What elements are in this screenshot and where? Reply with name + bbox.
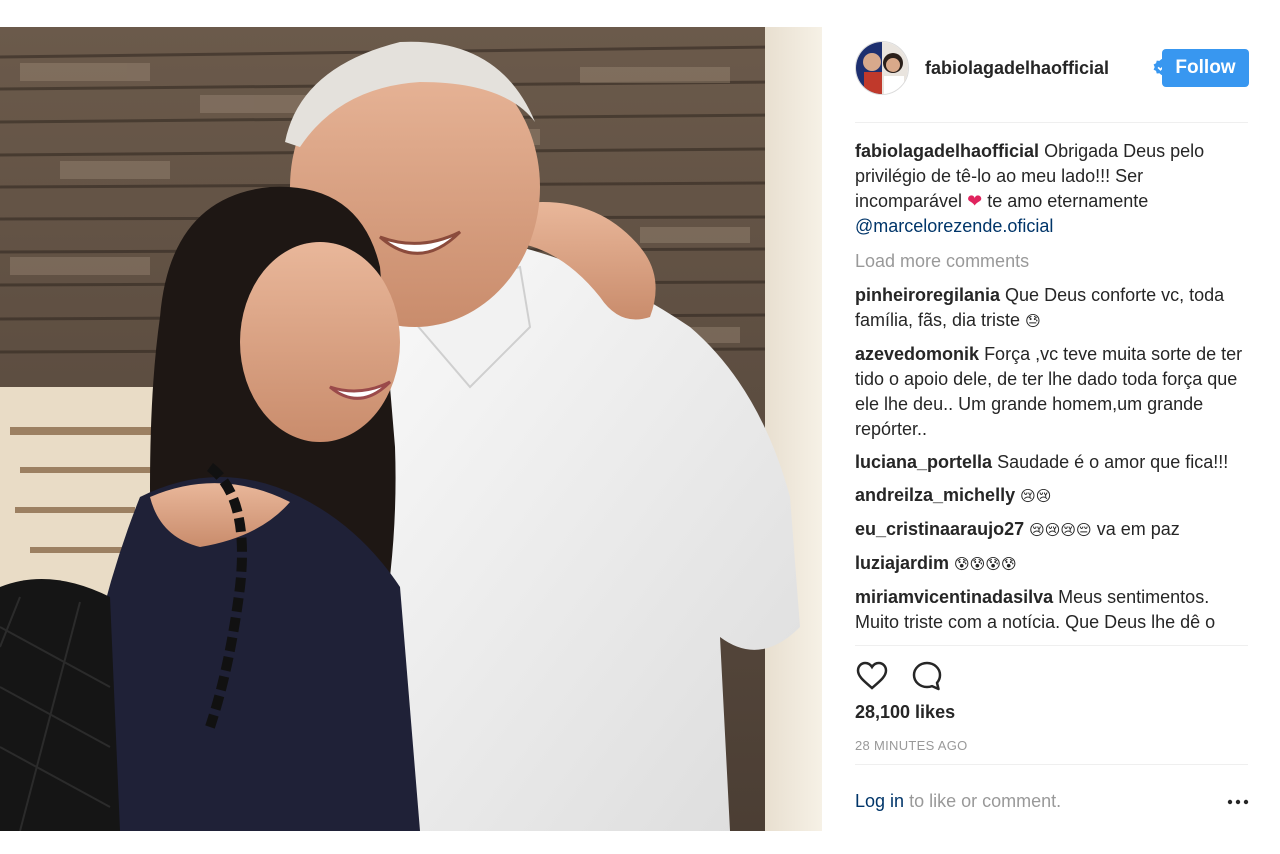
post-header: fabiolagadelhaofficial Follow xyxy=(855,41,1249,97)
post-side-panel: fabiolagadelhaofficial Follow fabiolagad… xyxy=(822,27,1280,831)
more-options-icon[interactable] xyxy=(1227,797,1249,807)
comment-username[interactable]: luciana_portella xyxy=(855,452,992,472)
comment-username[interactable]: miriamvicentinadasilva xyxy=(855,587,1053,607)
comment-item: eu_cristinaaraujo27 😢😢😢😔 va em paz xyxy=(855,517,1248,543)
comment-item: luziajardim 😰😰😰😰 xyxy=(855,551,1248,577)
heart-emoji-icon: ❤ xyxy=(967,191,983,212)
avatar[interactable] xyxy=(855,41,909,95)
comment-text: va em paz xyxy=(1096,519,1180,539)
comment-username[interactable]: azevedomonik xyxy=(855,344,979,364)
comment-item: pinheiroregilania Que Deus conforte vc, … xyxy=(855,283,1248,334)
comments-divider xyxy=(855,645,1248,646)
comments-list[interactable]: fabiolagadelhaofficial Obrigada Deus pel… xyxy=(855,139,1248,645)
post-caption: fabiolagadelhaofficial Obrigada Deus pel… xyxy=(855,139,1248,239)
comment-emoji: 😰😰😰😰 xyxy=(954,555,1017,573)
comment-emoji: 😓 xyxy=(1025,312,1041,330)
load-more-comments-link[interactable]: Load more comments xyxy=(855,249,1248,274)
login-prompt: Log in to like or comment. xyxy=(855,791,1061,812)
avatar-image xyxy=(856,42,908,94)
heart-outline-icon[interactable] xyxy=(855,659,889,693)
likes-count[interactable]: 28,100 likes xyxy=(855,702,955,723)
comment-emoji: 😢😢 xyxy=(1020,487,1052,505)
post-photo[interactable] xyxy=(0,27,822,831)
comment-item: miriamvicentinadasilva Meus sentimentos.… xyxy=(855,585,1248,635)
comment-bubble-icon[interactable] xyxy=(910,659,944,693)
header-divider xyxy=(855,122,1248,123)
follow-button[interactable]: Follow xyxy=(1162,49,1249,87)
comment-username[interactable]: eu_cristinaaraujo27 xyxy=(855,519,1024,539)
comment-username[interactable]: pinheiroregilania xyxy=(855,285,1000,305)
comment-item: azevedomonik Força ,vc teve muita sorte … xyxy=(855,342,1248,442)
post-timestamp: 28 MINUTES AGO xyxy=(855,738,968,753)
comment-emoji: 😢😢😢😔 xyxy=(1029,521,1092,539)
comment-username[interactable]: andreilza_michelly xyxy=(855,485,1015,505)
footer-divider xyxy=(855,764,1248,765)
caption-text-after: te amo eternamente xyxy=(987,191,1149,211)
caption-mention-link[interactable]: @marcelorezende.oficial xyxy=(855,216,1053,236)
login-suffix-text: to like or comment. xyxy=(909,791,1062,811)
comment-text: Saudade é o amor que fica!!! xyxy=(997,452,1229,472)
post-username[interactable]: fabiolagadelhaofficial xyxy=(925,58,1109,79)
caption-username[interactable]: fabiolagadelhaofficial xyxy=(855,141,1039,161)
comment-username[interactable]: luziajardim xyxy=(855,553,949,573)
login-link[interactable]: Log in xyxy=(855,791,904,811)
comment-item: andreilza_michelly 😢😢 xyxy=(855,483,1248,509)
photo-illustration xyxy=(0,27,822,831)
comment-item: luciana_portella Saudade é o amor que fi… xyxy=(855,450,1248,475)
